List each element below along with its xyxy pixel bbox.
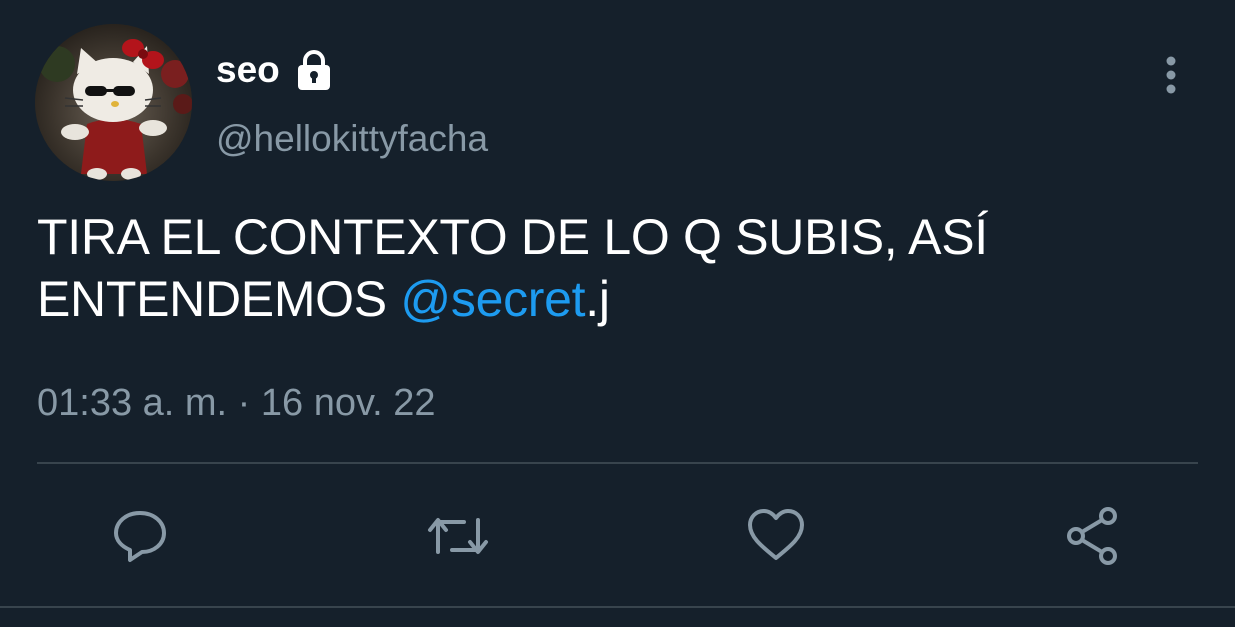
author-handle[interactable]: @hellokittyfacha [216,118,488,160]
tweet-detail: seo @hellokittyfacha TIRA EL CONTEXTO DE… [0,0,1235,627]
heart-icon [748,509,804,560]
tweet-text-suffix: .j [585,271,610,327]
retweet-icon [428,518,488,554]
lock-icon [292,48,336,92]
divider [37,462,1198,464]
more-vertical-icon[interactable] [1156,56,1186,96]
retweet-button[interactable] [426,504,490,568]
avatar[interactable] [35,24,192,181]
share-icon [1067,507,1117,565]
tweet-timestamp[interactable]: 01:33 a. m. · 16 nov. 22 [37,382,436,425]
reply-button[interactable] [108,504,172,568]
share-button[interactable] [1062,504,1126,568]
comment-icon [114,511,166,562]
like-button[interactable] [744,504,808,568]
hello-kitty-avatar-image [35,24,192,181]
author-name-row[interactable]: seo [216,48,336,92]
bottom-divider [0,606,1235,608]
tweet-text: TIRA EL CONTEXTO DE LO Q SUBIS, ASÍ ENTE… [37,206,1197,330]
mention-link[interactable]: @secret [400,271,585,327]
display-name[interactable]: seo [216,49,280,91]
